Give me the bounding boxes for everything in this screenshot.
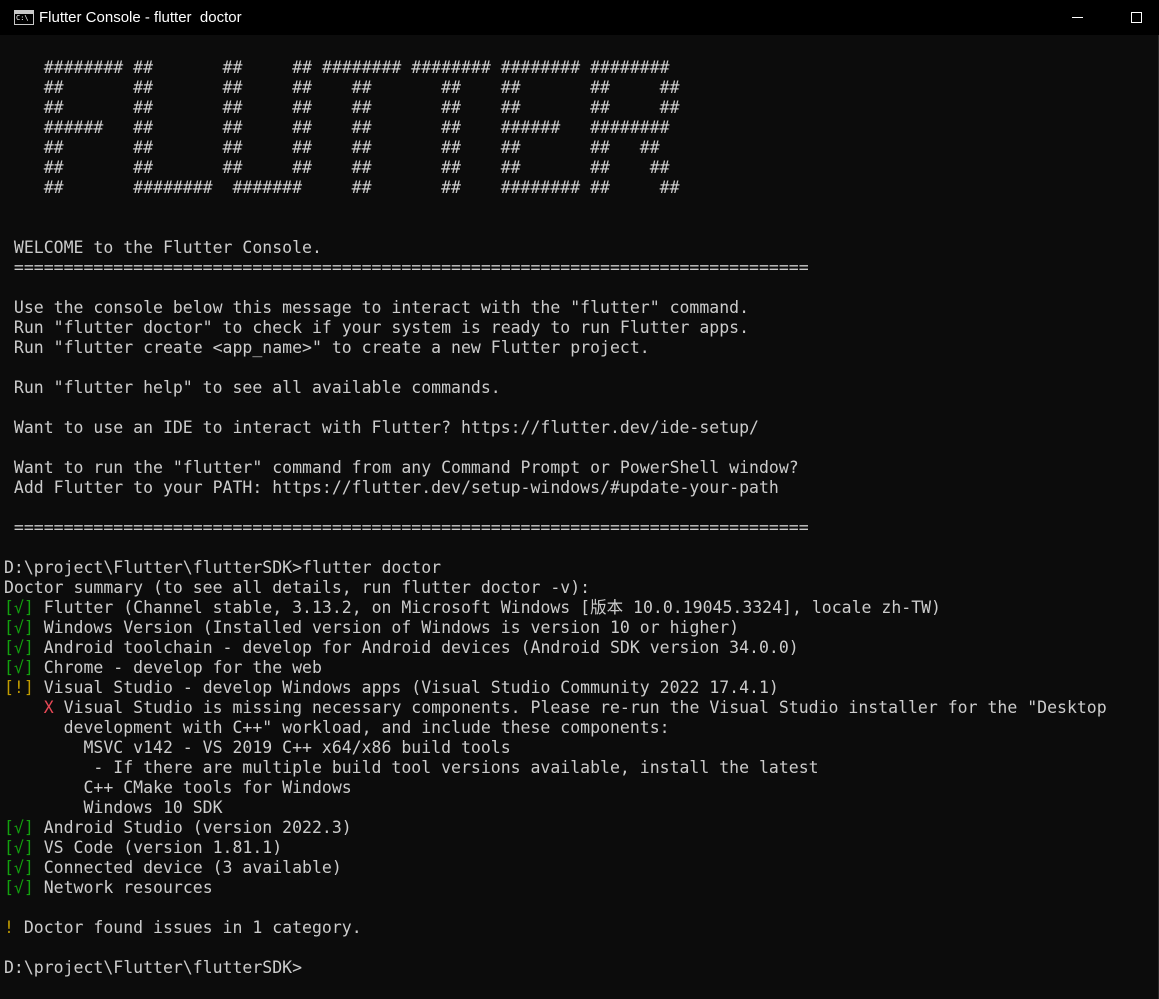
check-text: Network resources xyxy=(33,878,213,897)
status-mark: [√] xyxy=(4,658,34,677)
minimize-button[interactable] xyxy=(1054,0,1100,35)
intro-line: Use the console below this message to in… xyxy=(4,298,750,317)
intro-line: WELCOME to the Flutter Console. xyxy=(4,238,322,257)
doctor-check-line: [√] Android toolchain - develop for Andr… xyxy=(4,638,1107,658)
intro-line: Want to use an IDE to interact with Flut… xyxy=(4,418,759,437)
intro-line: Run "flutter create <app_name>" to creat… xyxy=(4,338,650,357)
status-mark: [√] xyxy=(4,618,34,637)
check-text: Visual Studio - develop Windows apps (Vi… xyxy=(33,678,779,697)
doctor-check-line: [√] VS Code (version 1.81.1) xyxy=(4,838,1107,858)
intro-line: ========================================… xyxy=(4,258,809,277)
ascii-banner-line: ## ######## ####### ## ## ######## ## ## xyxy=(4,178,680,197)
intro-line xyxy=(4,398,1107,418)
intro-line xyxy=(4,538,1107,558)
ascii-banner-line: ######## ## ## ## ######## ######## ####… xyxy=(4,58,670,77)
command-line: D:\project\Flutter\flutterSDK>flutter do… xyxy=(4,558,442,577)
console-text: ######## ## ## ## ######## ######## ####… xyxy=(4,58,1107,978)
maximize-button[interactable] xyxy=(1113,0,1159,35)
check-text: VS Code (version 1.81.1) xyxy=(33,838,283,857)
intro-line: ========================================… xyxy=(4,518,809,537)
intro-line xyxy=(4,218,1107,238)
status-mark: [√] xyxy=(4,598,34,617)
intro-line: Want to run the "flutter" command from a… xyxy=(4,458,799,477)
console-output-area[interactable]: ######## ## ## ## ######## ######## ####… xyxy=(0,37,1159,999)
status-mark: X xyxy=(43,698,54,717)
ascii-banner-line: ## ## ## ## ## ## ## ## ## xyxy=(4,158,670,177)
doctor-check-line: [√] Connected device (3 available) xyxy=(4,858,1107,878)
intro-line xyxy=(4,438,1107,458)
status-mark: [√] xyxy=(4,638,34,657)
doctor-check-line: [√] Flutter (Channel stable, 3.13.2, on … xyxy=(4,598,1107,618)
vs-issue-detail: MSVC v142 - VS 2019 C++ x64/x86 build to… xyxy=(4,738,511,757)
prompt-line: D:\project\Flutter\flutterSDK> xyxy=(4,958,303,977)
intro-line xyxy=(4,498,1107,518)
check-text: Flutter (Channel stable, 3.13.2, on Micr… xyxy=(33,598,941,617)
console-icon-text: C:\ xyxy=(16,14,29,22)
ascii-banner-line: ## ## ## ## ## ## ## ## ## xyxy=(4,78,680,97)
check-text: Connected device (3 available) xyxy=(33,858,342,877)
ascii-banner-line: ###### ## ## ## ## ## ###### ######## xyxy=(4,118,670,137)
check-text: Visual Studio is missing necessary compo… xyxy=(53,698,1107,717)
check-text: Android toolchain - develop for Android … xyxy=(33,638,799,657)
vs-issue-detail: C++ CMake tools for Windows xyxy=(4,778,352,797)
title-bar[interactable]: C:\ Flutter Console - flutter doctor xyxy=(0,0,1159,35)
check-text: Android Studio (version 2022.3) xyxy=(33,818,352,837)
issues-summary: ! Doctor found issues in 1 category. xyxy=(4,918,1107,938)
intro-line: Add Flutter to your PATH: https://flutte… xyxy=(4,478,779,497)
doctor-check-line: [√] Chrome - develop for the web xyxy=(4,658,1107,678)
intro-line xyxy=(4,198,1107,218)
vs-issue-line: X Visual Studio is missing necessary com… xyxy=(4,698,1107,718)
intro-line xyxy=(4,278,1107,298)
doctor-check-line: [√] Android Studio (version 2022.3) xyxy=(4,818,1107,838)
console-icon[interactable]: C:\ xyxy=(14,10,34,25)
status-mark: [√] xyxy=(4,818,34,837)
ascii-banner-line: ## ## ## ## ## ## ## ## ## xyxy=(4,138,660,157)
vs-issue-detail: development with C++" workload, and incl… xyxy=(4,718,670,737)
doctor-check-line: [√] Network resources xyxy=(4,878,1107,898)
warning-mark: ! xyxy=(4,918,14,937)
vs-issue-detail: Windows 10 SDK xyxy=(4,798,223,817)
intro-line xyxy=(4,358,1107,378)
status-mark: [√] xyxy=(4,858,34,877)
intro-line: Run "flutter help" to see all available … xyxy=(4,378,501,397)
vs-issue-detail: - If there are multiple build tool versi… xyxy=(4,758,819,777)
window-title: Flutter Console - flutter doctor xyxy=(39,9,242,26)
check-text: Windows Version (Installed version of Wi… xyxy=(33,618,740,637)
doctor-summary: Doctor summary (to see all details, run … xyxy=(4,578,591,597)
intro-line: Run "flutter doctor" to check if your sy… xyxy=(4,318,750,337)
doctor-check-line: [√] Windows Version (Installed version o… xyxy=(4,618,1107,638)
status-mark: [√] xyxy=(4,838,34,857)
issues-text: Doctor found issues in 1 category. xyxy=(13,918,362,937)
status-mark: [!] xyxy=(4,678,34,697)
status-mark: [√] xyxy=(4,878,34,897)
ascii-banner-line: ## ## ## ## ## ## ## ## ## xyxy=(4,98,680,117)
check-text: Chrome - develop for the web xyxy=(33,658,322,677)
doctor-check-line: [!] Visual Studio - develop Windows apps… xyxy=(4,678,1107,698)
